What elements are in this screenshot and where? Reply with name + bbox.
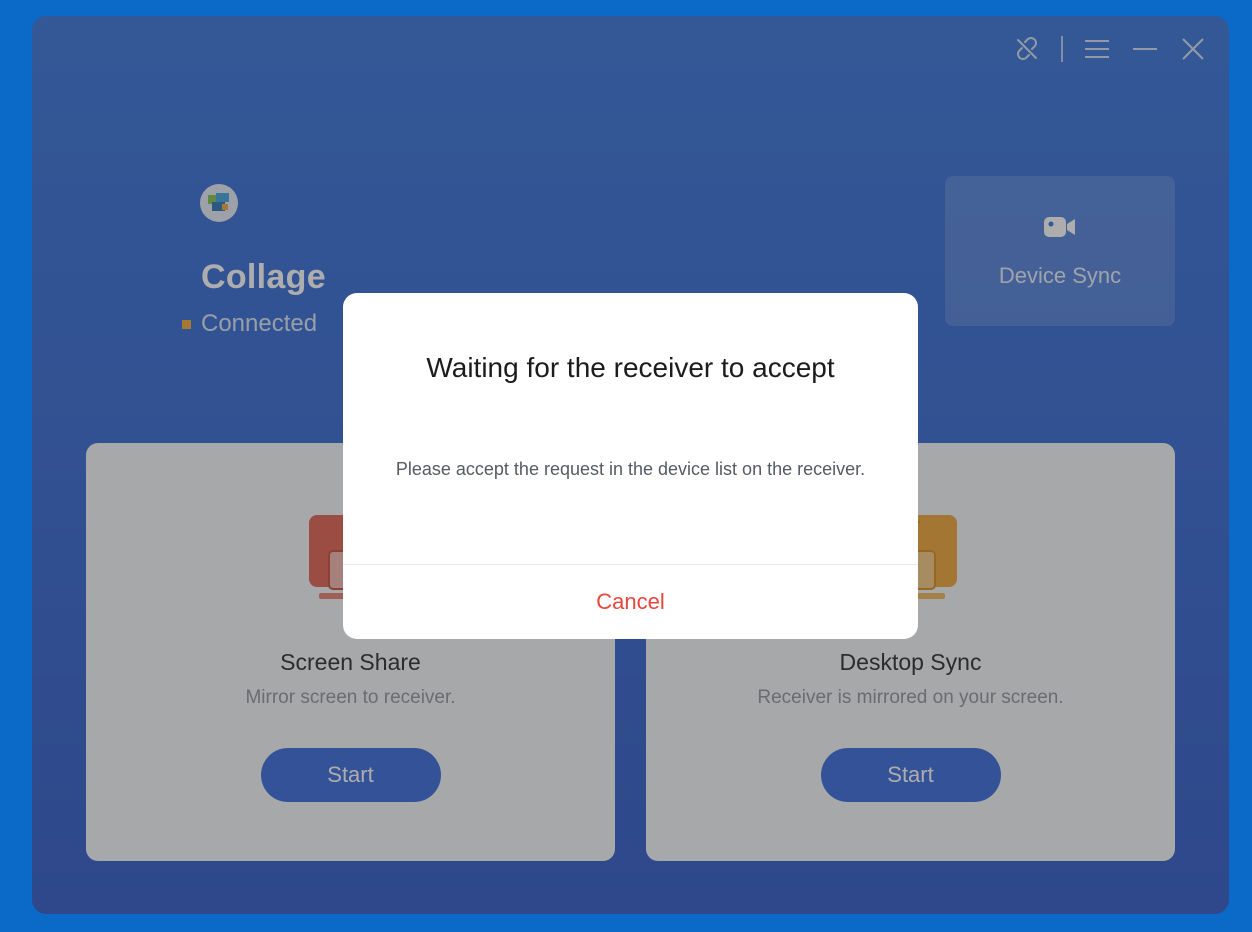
waiting-dialog: Waiting for the receiver to accept Pleas… (343, 293, 918, 639)
dialog-title: Waiting for the receiver to accept (426, 352, 835, 383)
dialog-message: Please accept the request in the device … (395, 459, 866, 479)
cancel-button[interactable]: Cancel (343, 565, 918, 639)
